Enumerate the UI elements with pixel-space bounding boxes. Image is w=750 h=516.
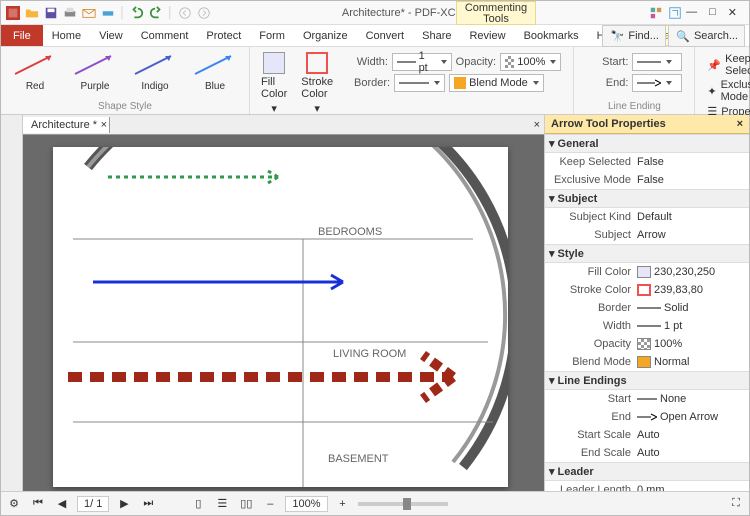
tab-form[interactable]: Form	[250, 25, 294, 46]
document-canvas[interactable]: BEDROOMS LIVING ROOM BASEMENT	[23, 135, 544, 491]
width-dropdown[interactable]: 1 pt	[392, 53, 452, 71]
prop-border[interactable]: Solid	[637, 302, 745, 314]
scan-icon[interactable]	[100, 5, 116, 21]
svg-text:LIVING ROOM: LIVING ROOM	[333, 348, 406, 360]
keep-selected-button[interactable]: 📌Keep Selected	[707, 53, 750, 77]
stroke-color-button[interactable]: Stroke Color▾	[296, 50, 338, 117]
maximize-button[interactable]: □	[709, 6, 716, 19]
section-leader[interactable]: ▾ Leader	[545, 462, 749, 481]
tab-protect[interactable]: Protect	[197, 25, 250, 46]
contextual-tab-label: CommentingTools	[456, 1, 536, 25]
shape-style-gallery[interactable]: Red Purple Indigo Blue	[7, 50, 243, 94]
prop-exclusive-mode[interactable]: False	[637, 174, 745, 186]
zoom-in-button[interactable]: +	[334, 495, 352, 513]
prop-start[interactable]: None	[637, 393, 745, 405]
pdf-page: BEDROOMS LIVING ROOM BASEMENT	[53, 147, 508, 487]
opacity-dropdown[interactable]: 100%	[500, 53, 561, 71]
prop-width[interactable]: 1 pt	[637, 320, 745, 332]
prop-opacity[interactable]: 100%	[637, 338, 745, 350]
document-tab[interactable]: Architecture * ×	[23, 117, 110, 133]
left-sidebar[interactable]	[1, 115, 23, 491]
prop-blend-mode[interactable]: Normal	[637, 356, 745, 368]
panel-title: Arrow Tool Properties	[551, 118, 666, 130]
find-button[interactable]: 🔭Find...	[602, 25, 666, 47]
properties-panel: Arrow Tool Properties× ▾ General Keep Se…	[544, 115, 749, 491]
tab-organize[interactable]: Organize	[294, 25, 357, 46]
style-red[interactable]: Red	[7, 50, 63, 94]
ui-options-icon[interactable]	[648, 5, 664, 21]
minimize-button[interactable]: —	[686, 6, 697, 19]
back-icon[interactable]	[177, 5, 193, 21]
prop-start-scale[interactable]: Auto	[637, 429, 745, 441]
close-button[interactable]: ✕	[728, 6, 737, 19]
section-general[interactable]: ▾ General	[545, 134, 749, 153]
end-ending-dropdown[interactable]	[632, 74, 682, 92]
prop-subject[interactable]: Arrow	[637, 229, 745, 241]
print-icon[interactable]	[62, 5, 78, 21]
pin-icon: 📌	[707, 59, 721, 72]
layout-cont-icon[interactable]: ☰	[213, 495, 231, 513]
fit-page-icon[interactable]: ⛶	[727, 495, 745, 513]
redo-icon[interactable]	[148, 5, 164, 21]
layout-two-icon[interactable]: ▯▯	[237, 495, 255, 513]
next-page-button[interactable]: ▶	[115, 495, 133, 513]
tab-review[interactable]: Review	[460, 25, 514, 46]
star-icon: ✦	[707, 85, 716, 98]
file-tab[interactable]: File	[1, 25, 43, 46]
svg-text:BASEMENT: BASEMENT	[328, 453, 389, 465]
section-line-endings[interactable]: ▾ Line Endings	[545, 371, 749, 390]
style-indigo[interactable]: Indigo	[127, 50, 183, 94]
layout-single-icon[interactable]: ▯	[189, 495, 207, 513]
launch-icon[interactable]	[667, 5, 683, 21]
prev-page-button[interactable]: ◀	[53, 495, 71, 513]
zoom-out-button[interactable]: –	[261, 495, 279, 513]
search-icon: 🔍	[675, 28, 691, 44]
mail-icon[interactable]	[81, 5, 97, 21]
border-dropdown[interactable]	[394, 74, 445, 92]
undo-icon[interactable]	[129, 5, 145, 21]
fill-color-button[interactable]: Fill Color▾	[256, 50, 292, 117]
last-page-button[interactable]: ⏭	[139, 495, 157, 513]
tab-home[interactable]: Home	[43, 25, 90, 46]
open-icon[interactable]	[24, 5, 40, 21]
svg-text:BEDROOMS: BEDROOMS	[318, 226, 382, 238]
group-line-ending: Line Ending	[608, 101, 661, 114]
group-shape-style: Shape Style	[98, 101, 152, 114]
tab-bookmarks[interactable]: Bookmarks	[515, 25, 588, 46]
prop-end[interactable]: Open Arrow	[637, 411, 745, 423]
first-page-button[interactable]: ⏮	[29, 495, 47, 513]
panel-close-icon[interactable]: ×	[737, 118, 743, 130]
forward-icon[interactable]	[196, 5, 212, 21]
save-icon[interactable]	[43, 5, 59, 21]
section-style[interactable]: ▾ Style	[545, 244, 749, 263]
start-ending-dropdown[interactable]	[632, 53, 682, 71]
zoom-slider[interactable]	[358, 502, 448, 506]
prop-stroke-color[interactable]: 239,83,80	[637, 284, 745, 296]
doc-close-icon[interactable]: ×	[530, 119, 544, 131]
zoom-value[interactable]: 100%	[285, 496, 327, 512]
binoculars-icon: 🔭	[609, 28, 625, 44]
prop-subject-kind[interactable]: Default	[637, 211, 745, 223]
app-icon	[5, 5, 21, 21]
tab-close-icon[interactable]: ×	[101, 119, 107, 131]
prop-fill-color[interactable]: 230,230,250	[637, 266, 745, 278]
style-purple[interactable]: Purple	[67, 50, 123, 94]
page-indicator[interactable]: 1/ 1	[77, 496, 109, 512]
options-icon[interactable]: ⚙	[5, 495, 23, 513]
tab-share[interactable]: Share	[413, 25, 460, 46]
prop-keep-selected[interactable]: False	[637, 156, 745, 168]
tab-comment[interactable]: Comment	[132, 25, 198, 46]
blend-mode-button[interactable]: Blend Mode	[449, 74, 544, 92]
tab-convert[interactable]: Convert	[357, 25, 414, 46]
window-title: Architecture* - PDF-XChange Editor	[215, 7, 645, 19]
search-button[interactable]: 🔍Search...	[668, 25, 745, 47]
prop-leader-length[interactable]: 0 mm	[637, 484, 745, 491]
prop-end-scale[interactable]: Auto	[637, 447, 745, 459]
exclusive-mode-button[interactable]: ✦Exclusive Mode	[707, 79, 750, 103]
tab-view[interactable]: View	[90, 25, 132, 46]
section-subject[interactable]: ▾ Subject	[545, 189, 749, 208]
style-blue[interactable]: Blue	[187, 50, 243, 94]
